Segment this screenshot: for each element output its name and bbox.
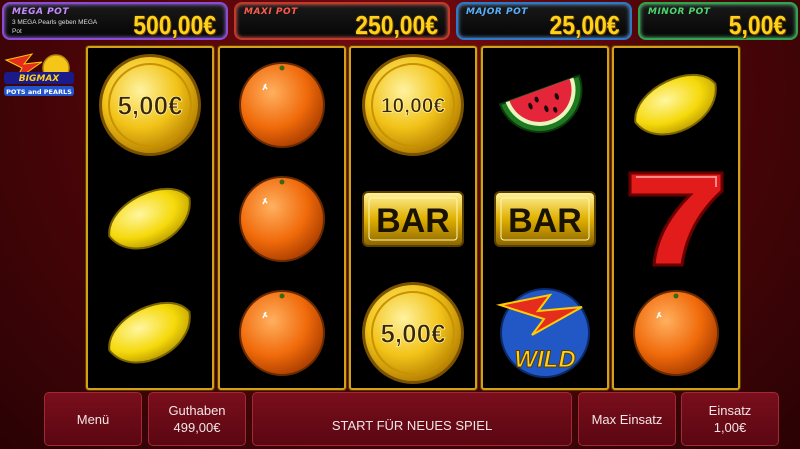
- bar-text: BAR: [376, 202, 450, 240]
- orange-symbol: [220, 48, 344, 162]
- mega-pot-note: 3 MEGA Pearls geben MEGA Pot: [12, 19, 97, 35]
- bar-symbol: BAR: [483, 162, 607, 276]
- balance-value: 499,00€: [173, 420, 221, 435]
- coin-value-text: 5,00€: [117, 90, 182, 120]
- max-bet-button[interactable]: Max Einsatz: [578, 392, 676, 446]
- major-pot-value: 25,00€: [550, 10, 620, 40]
- reel-4: BAR WILD: [481, 46, 609, 390]
- orange-symbol: [220, 276, 344, 390]
- orange-symbol: [220, 162, 344, 276]
- mega-pot-name: MEGA POT: [12, 7, 69, 17]
- bet-button[interactable]: Einsatz 1,00€: [681, 392, 779, 446]
- game-logo: BIGMAX POTS and PEARLS: [2, 50, 78, 100]
- wild-symbol: WILD: [483, 276, 607, 390]
- mega-pot-display: MEGA POT 3 MEGA Pearls geben MEGA Pot 50…: [2, 2, 228, 40]
- start-button[interactable]: START FÜR NEUES SPIEL: [252, 392, 572, 446]
- max-bet-label: Max Einsatz: [591, 411, 663, 427]
- coin-value-text: 5,00€: [380, 318, 445, 348]
- maxi-pot-display: MAXI POT 250,00€: [234, 2, 450, 40]
- reel-3: 10,00€ BAR 5,00€: [349, 46, 477, 390]
- minor-pot-display: MINOR POT 5,00€: [638, 2, 798, 40]
- reel-5: [612, 46, 740, 390]
- seven-symbol: [614, 162, 738, 276]
- coin-5-symbol: 5,00€: [351, 276, 475, 390]
- major-pot-display: MAJOR POT 25,00€: [456, 2, 632, 40]
- orange-symbol: [614, 276, 738, 390]
- coin-5-symbol: 5,00€: [88, 48, 212, 162]
- coin-value-text: 10,00€: [381, 95, 446, 118]
- lemon-symbol: [88, 162, 212, 276]
- balance-label: Guthaben: [168, 403, 226, 418]
- watermelon-symbol: [483, 48, 607, 162]
- wild-text: WILD: [514, 346, 575, 373]
- svg-text:POTS and PEARLS: POTS and PEARLS: [6, 88, 72, 96]
- bet-value: 1,00€: [713, 420, 747, 435]
- maxi-pot-name: MAXI POT: [244, 7, 298, 17]
- major-pot-name: MAJOR POT: [466, 7, 528, 17]
- bet-label: Einsatz: [708, 403, 752, 418]
- balance-display: Guthaben 499,00€: [148, 392, 246, 446]
- maxi-pot-value: 250,00€: [355, 10, 438, 40]
- start-label: START FÜR NEUES SPIEL: [331, 417, 493, 433]
- reel-1: 5,00€: [86, 46, 214, 390]
- mega-pot-value: 500,00€: [133, 10, 216, 40]
- menu-button[interactable]: Menü: [44, 392, 142, 446]
- bar-text: BAR: [508, 202, 582, 240]
- minor-pot-value: 5,00€: [728, 10, 786, 40]
- svg-text:BIGMAX: BIGMAX: [19, 74, 61, 84]
- menu-label: Menü: [76, 411, 110, 427]
- lemon-symbol: [88, 276, 212, 390]
- reel-2: [218, 46, 346, 390]
- lemon-symbol: [614, 48, 738, 162]
- coin-10-symbol: 10,00€: [351, 48, 475, 162]
- bar-symbol: BAR: [351, 162, 475, 276]
- minor-pot-name: MINOR POT: [648, 7, 711, 17]
